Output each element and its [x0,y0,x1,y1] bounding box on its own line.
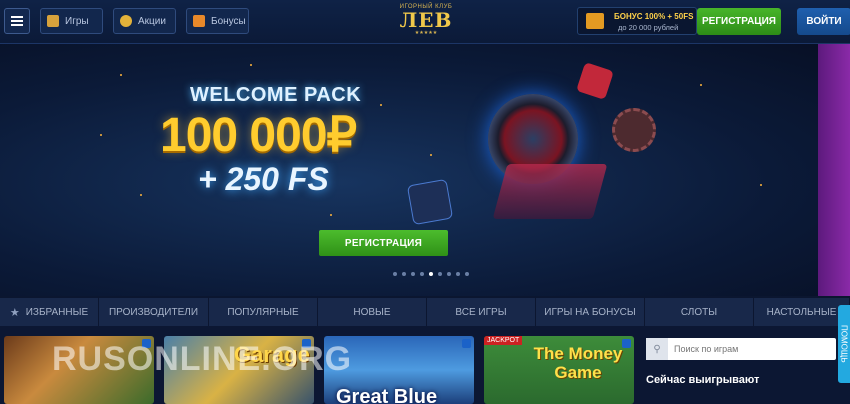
slider-dot[interactable] [465,272,469,276]
gift-icon [193,15,205,27]
nav-games-label: Игры [65,15,89,27]
bonus-offer-title: БОНУС 100% + 50FS [614,12,694,21]
slider-dot[interactable] [429,272,433,276]
menu-button[interactable] [4,8,30,34]
playing-cards-image [492,164,608,219]
logo-title: ЛЕВ [399,8,453,32]
register-button[interactable]: РЕГИСТРАЦИЯ [697,8,781,35]
slider-dots [393,272,469,276]
slot-machine-icon [47,15,59,27]
watermark: RUSONLINE.ORG [52,340,353,378]
bonus-offer[interactable]: БОНУС 100% + 50FS до 20 000 рублей [577,7,697,35]
nav-games-button[interactable]: Игры [40,8,103,34]
slider-dot[interactable] [447,272,451,276]
favorite-icon[interactable] [462,339,471,348]
tab-table-games[interactable]: НАСТОЛЬНЫЕ [754,298,850,326]
tab-slots[interactable]: СЛОТЫ [645,298,754,326]
tab-favorites-label: ИЗБРАННЫЕ [25,306,89,318]
tab-providers[interactable]: ПРОИЗВОДИТЕЛИ [99,298,209,326]
slider-dot[interactable] [456,272,460,276]
nav-bonuses-label: Бонусы [211,15,246,27]
tab-popular[interactable]: ПОПУЛЯРНЫЕ [209,298,318,326]
login-button[interactable]: ВОЙТИ [797,8,850,35]
promo-free-spins: + 250 FS [198,161,329,197]
search-input[interactable] [668,344,828,354]
category-tabs: ★ ИЗБРАННЫЕ ПРОИЗВОДИТЕЛИ ПОПУЛЯРНЫЕ НОВ… [0,298,850,326]
tab-all-games[interactable]: ВСЕ ИГРЫ [427,298,536,326]
search-icon[interactable]: ⚲ [646,338,668,360]
dice-image [406,178,454,226]
nav-bonuses-button[interactable]: Бонусы [186,8,249,34]
tab-favorites[interactable]: ★ ИЗБРАННЫЕ [0,298,99,326]
favorite-icon[interactable] [622,339,631,348]
slider-dot[interactable] [411,272,415,276]
slider-dot[interactable] [393,272,397,276]
search-box[interactable]: ⚲ [646,338,836,360]
site-logo[interactable]: ИГОРНЫЙ КЛУБ ЛЕВ ★★★★★ [380,4,472,40]
slider-dot[interactable] [420,272,424,276]
winning-now-title: Сейчас выигрывают [646,374,760,386]
top-bar: Игры Акции Бонусы ИГОРНЫЙ КЛУБ ЛЕВ ★★★★★… [0,0,850,44]
game-title: Great Blue [336,386,438,404]
casino-chip-image [612,108,656,152]
promo-amount: 100 000₽ [160,109,357,162]
logo-stars: ★★★★★ [414,30,438,36]
gift-icon [586,13,604,29]
tab-new[interactable]: НОВЫЕ [318,298,427,326]
hamburger-icon [11,20,23,22]
hero-banner[interactable]: WELCOME PACK 100 000₽ + 250 FS РЕГИСТРАЦ… [0,44,850,296]
help-tab[interactable]: ПОМОЩЬ [838,305,850,383]
nav-promotions-label: Акции [138,15,166,27]
hero-register-button[interactable]: РЕГИСТРАЦИЯ [319,230,448,256]
bonus-offer-subtitle: до 20 000 рублей [618,23,679,32]
promo-headline: WELCOME PACK [190,84,362,106]
star-icon: ★ [9,306,20,319]
slider-dot[interactable] [438,272,442,276]
tab-bonus-games[interactable]: ИГРЫ НА БОНУСЫ [536,298,645,326]
game-title: The Money Game [533,344,623,382]
next-slide-preview[interactable] [818,44,850,296]
jackpot-badge: JACKPOT [484,336,523,345]
coin-icon [120,15,132,27]
game-tile[interactable]: JACKPOT The Money Game [484,336,634,404]
dice-image [576,62,614,100]
nav-promotions-button[interactable]: Акции [113,8,176,34]
slider-dot[interactable] [402,272,406,276]
